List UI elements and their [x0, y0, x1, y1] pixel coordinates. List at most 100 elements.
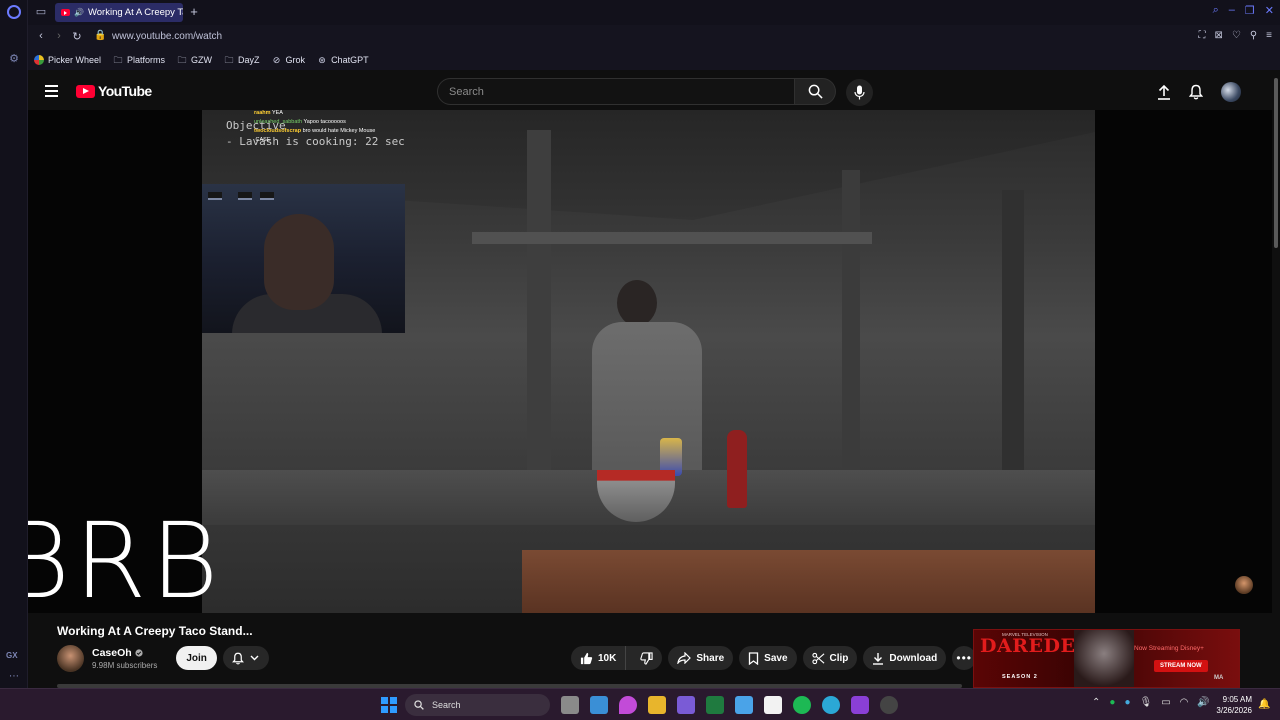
- tab-bar: ▭ 🔊 Working At A Creepy Ta + ⌕ – ❐ ✕: [28, 0, 1280, 25]
- audio-playing-icon[interactable]: 🔊: [74, 8, 84, 17]
- forward-icon[interactable]: ›: [52, 30, 66, 42]
- search-input[interactable]: [437, 78, 795, 105]
- workspaces-icon[interactable]: ▭: [34, 5, 48, 19]
- sidebar-more-icon[interactable]: ⋯: [9, 671, 19, 682]
- taskbar-clock[interactable]: 9:05 AM 3/26/2026: [1206, 694, 1252, 716]
- tray-security-icon[interactable]: ●: [1124, 697, 1130, 708]
- lock-icon[interactable]: 🔒: [94, 30, 106, 41]
- upload-icon[interactable]: [1157, 84, 1171, 100]
- tray-app-icon[interactable]: ●: [1109, 697, 1115, 708]
- scrollbar-thumb[interactable]: [1274, 78, 1278, 248]
- youtube-favicon-icon: [61, 9, 70, 16]
- restore-icon[interactable]: ❐: [1245, 4, 1255, 17]
- heart-icon[interactable]: ♡: [1232, 30, 1241, 41]
- opera-logo-icon[interactable]: [7, 5, 21, 19]
- video-player[interactable]: Objective - Lavash is cooking: 22 sec ra…: [28, 110, 1272, 613]
- verified-check-icon: [135, 648, 143, 657]
- bell-icon: [232, 652, 245, 664]
- system-tray: ⌃ ● ● 🎙 ▭ ◠ 🔊: [1092, 697, 1210, 708]
- channel-info: CaseOh 9.98M subscribers: [92, 647, 157, 670]
- adblock-icon[interactable]: ⊠: [1214, 30, 1222, 41]
- chat-text: Yapoo tacooooos: [303, 119, 346, 125]
- channel-avatar[interactable]: [57, 644, 84, 672]
- clip-label: Clip: [829, 652, 849, 664]
- tray-network-icon[interactable]: ▭: [1161, 697, 1170, 708]
- video-actions: 10K Share Save Clip Download •••: [571, 646, 977, 670]
- youtube-play-logo-icon: [76, 84, 95, 98]
- new-tab-button[interactable]: +: [186, 4, 202, 20]
- tray-mic-icon[interactable]: 🎙: [1139, 697, 1152, 708]
- ad-stream-now-button[interactable]: STREAM NOW: [1154, 660, 1208, 672]
- search-box: [437, 78, 836, 105]
- page-scrollbar[interactable]: [1272, 70, 1280, 688]
- back-icon[interactable]: ‹: [34, 30, 48, 42]
- bookmark-item[interactable]: 🗀 GZW: [177, 55, 213, 65]
- minimize-icon[interactable]: –: [1229, 4, 1235, 17]
- spotify-icon[interactable]: [793, 696, 811, 714]
- bookmark-label: Grok: [285, 55, 306, 65]
- taskbar-search[interactable]: Search: [405, 694, 550, 716]
- opera-gx-taskbar-icon[interactable]: [851, 696, 869, 714]
- wheel-icon: [34, 55, 44, 65]
- brb-overlay: BRB: [28, 500, 223, 613]
- guide-menu-icon[interactable]: [45, 85, 58, 97]
- join-button[interactable]: Join: [176, 646, 217, 670]
- sponsored-banner[interactable]: MARVEL TELEVISION DAREDEVIL SEASON 2 Now…: [973, 629, 1240, 688]
- save-button[interactable]: Save: [739, 646, 797, 670]
- clip-button[interactable]: Clip: [802, 646, 858, 670]
- channel-watermark[interactable]: [1235, 576, 1253, 594]
- bookmark-item[interactable]: 🗀 DayZ: [224, 55, 260, 65]
- download-label: Download: [889, 652, 938, 664]
- edge-icon[interactable]: [822, 696, 840, 714]
- app-drop-icon[interactable]: [619, 696, 637, 714]
- start-button[interactable]: [381, 697, 397, 713]
- sidebar-bot-icon[interactable]: ⚙: [8, 53, 20, 65]
- like-dislike-group: 10K: [571, 646, 663, 670]
- capcut-icon[interactable]: [764, 696, 782, 714]
- share-button[interactable]: Share: [668, 646, 734, 670]
- chat-text: bro would hate Mickey Mouse: [302, 128, 376, 134]
- search-icon: [808, 84, 823, 99]
- bookmark-item[interactable]: ⊘ Grok: [272, 55, 306, 65]
- excel-icon[interactable]: [706, 696, 724, 714]
- url-field[interactable]: www.youtube.com/watch: [112, 31, 222, 42]
- dislike-button[interactable]: [631, 646, 662, 670]
- tab-title: Working At A Creepy Ta: [87, 7, 183, 18]
- bookmark-item[interactable]: ⊛ ChatGPT: [317, 55, 368, 65]
- close-icon[interactable]: ✕: [1265, 4, 1274, 17]
- clock-time: 9:05 AM: [1222, 695, 1252, 704]
- youtube-logo[interactable]: YouTube: [76, 83, 152, 99]
- notifications-icon[interactable]: 🔔: [1258, 699, 1270, 710]
- like-button[interactable]: 10K: [571, 646, 627, 670]
- obs-icon[interactable]: [880, 696, 898, 714]
- bookmark-item[interactable]: 🗀 Platforms: [113, 55, 166, 65]
- search-tabs-icon[interactable]: ⌕: [1213, 4, 1219, 17]
- save-label: Save: [764, 652, 788, 664]
- tray-chevron-up-icon[interactable]: ⌃: [1092, 697, 1100, 708]
- account-avatar[interactable]: [1221, 82, 1241, 102]
- account-icon[interactable]: ⚲: [1250, 30, 1257, 41]
- notifications-bell-icon[interactable]: [1189, 84, 1203, 100]
- gx-label[interactable]: GX: [6, 651, 18, 660]
- tray-wifi-icon[interactable]: ◠: [1180, 697, 1189, 708]
- menu-icon[interactable]: ≡: [1266, 30, 1272, 41]
- taskbar-search-icon: [414, 700, 424, 710]
- chatgpt-icon: ⊛: [318, 55, 326, 65]
- tab-youtube[interactable]: 🔊 Working At A Creepy Ta: [55, 3, 183, 22]
- channel-name-row[interactable]: CaseOh: [92, 647, 157, 659]
- voice-search-button[interactable]: [846, 79, 873, 106]
- photos-app-icon[interactable]: [590, 696, 608, 714]
- task-view-icon[interactable]: [561, 696, 579, 714]
- channel-name[interactable]: CaseOh: [92, 647, 132, 659]
- notepad-icon[interactable]: [735, 696, 753, 714]
- windows-taskbar: Search ⌃ ● ● 🎙 ▭ ◠ 🔊 9:05 AM 3/26/2026 🔔: [0, 688, 1280, 720]
- search-button[interactable]: [795, 78, 836, 105]
- download-button[interactable]: Download: [863, 646, 947, 670]
- app-grid-icon[interactable]: [677, 696, 695, 714]
- bookmark-item[interactable]: Picker Wheel: [34, 55, 101, 65]
- file-explorer-icon[interactable]: [648, 696, 666, 714]
- snapshot-icon[interactable]: ⛶: [1198, 30, 1205, 41]
- stream-chat: raahm YEA unleashed_sabbath Yapoo tacoooo…: [254, 110, 375, 145]
- reload-icon[interactable]: ↻: [70, 30, 84, 43]
- subscription-notifications-button[interactable]: [222, 646, 269, 670]
